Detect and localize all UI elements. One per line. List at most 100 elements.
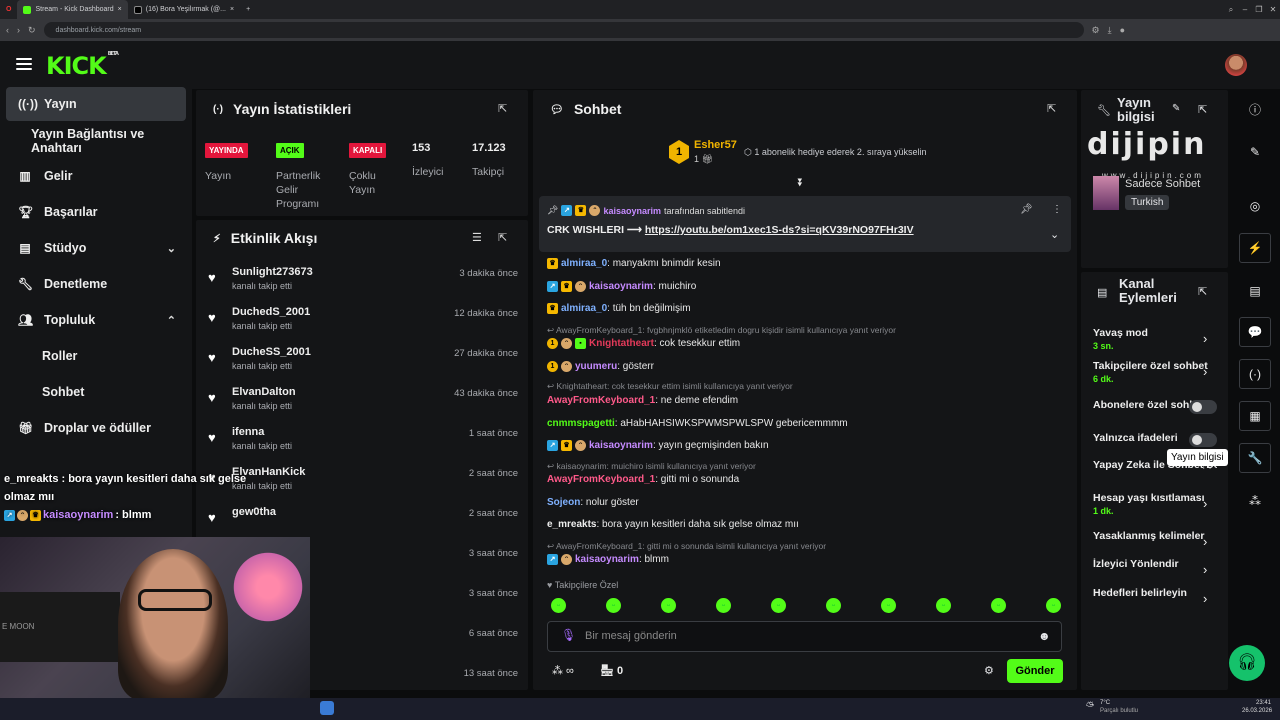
chevron-right-icon[interactable]: › (1203, 496, 1207, 511)
emote-icon[interactable]: ᵕ (936, 598, 951, 613)
emote-icon[interactable]: ᵕ (551, 598, 566, 613)
kick-logo[interactable]: KICK BETA (46, 51, 119, 80)
channel-points-icon[interactable]: ⁂ ∞ (552, 664, 574, 677)
chevron-right-icon[interactable]: › (1203, 591, 1207, 606)
edit-icon[interactable]: ✎ (1239, 137, 1271, 167)
points-icon[interactable]: ⁂ (1239, 486, 1271, 516)
sidebar-item-chat[interactable]: Sohbet (6, 375, 186, 409)
sidebar-item-stream[interactable]: ((·)) Yayın (6, 87, 186, 121)
menu-icon[interactable] (16, 58, 32, 70)
emote-icon[interactable]: ᵕ (606, 598, 621, 613)
chevron-right-icon[interactable]: › (1203, 331, 1207, 346)
avatar[interactable] (1225, 54, 1247, 76)
sidebar-item-moderation[interactable]: 🔧︎ Denetleme (6, 267, 186, 301)
unpin-icon[interactable]: 📌︎ (1020, 204, 1033, 215)
popout-icon[interactable]: ⇱ (1047, 102, 1056, 115)
edit-icon[interactable]: ✎ (1172, 103, 1180, 114)
sidebar-item-achievements[interactable]: 🏆︎ Başarılar (6, 195, 186, 229)
reload-icon[interactable]: ↻ (28, 25, 36, 36)
pinned-by[interactable]: kaisaoynarim (603, 206, 661, 216)
emote-icon[interactable]: ᵕ (826, 598, 841, 613)
chevron-down-icon[interactable]: ⌄ (1050, 228, 1059, 241)
channel-action[interactable]: Yasaklanmış kelimeler (1093, 530, 1217, 542)
settings-icon[interactable]: ⚙ (984, 664, 994, 677)
emote-icon[interactable]: ᵕ (1046, 598, 1061, 613)
store-points[interactable]: 🏪︎ 0 (600, 664, 623, 677)
emote-icon[interactable]: ᵕ (881, 598, 896, 613)
forward-icon[interactable]: › (17, 25, 20, 35)
event-row[interactable]: ♥ ElvanDalton kanalı takip etti 43 dakika ö… (204, 386, 522, 426)
pinned-link[interactable]: https://youtu.be/om1xec1S-ds?si=qKV39rNO… (645, 224, 914, 236)
emote-icon[interactable]: ᵕ (716, 598, 731, 613)
channel-action[interactable]: Hedefleri belirleyin (1093, 587, 1217, 599)
channel-action[interactable]: Hesap yaşı kısıtlaması 1 dk. (1093, 492, 1217, 516)
download-icon[interactable]: ⤓ (1108, 25, 1112, 36)
bolt-icon[interactable]: ⚡ (1239, 233, 1271, 263)
chat-username[interactable]: cnmmspagetti (547, 418, 615, 429)
chat-username[interactable]: yuumeru (575, 361, 617, 372)
notes-icon[interactable]: ▤ (1239, 276, 1271, 306)
extensions-icon[interactable]: ⚙ (1092, 25, 1100, 36)
popout-icon[interactable]: ⇱ (1198, 285, 1207, 298)
chat-username[interactable]: almiraa_0 (561, 258, 607, 269)
chat-username[interactable]: kaisaoynarim (589, 440, 653, 451)
more-options-icon[interactable]: ⋮ (1052, 204, 1062, 215)
sidebar-item-drops[interactable]: 🎁︎ Droplar ve ödüller (6, 411, 186, 445)
minimize-icon[interactable]: – (1238, 5, 1252, 14)
event-row[interactable]: ♥ Sunlight273673 kanalı takip etti 3 dakika… (204, 266, 522, 306)
close-window-icon[interactable]: ✕ (1266, 5, 1280, 14)
event-row[interactable]: ♥ DucheSS_2001 kanalı takip etti 27 dakika … (204, 346, 522, 386)
mic-icon[interactable]: 🎙︎ (561, 628, 576, 642)
new-tab-icon[interactable]: + (240, 0, 256, 19)
browser-tab-active[interactable]: Stream - Kick Dashboard × (17, 0, 128, 19)
sidebar-item-community[interactable]: 👥︎ Topluluk ⌃ (6, 303, 186, 337)
chevron-right-icon[interactable]: › (1203, 534, 1207, 549)
category-thumbnail[interactable] (1093, 176, 1119, 210)
chat-icon[interactable]: 💬 (1239, 317, 1271, 347)
support-headset-icon[interactable]: 🎧︎ (1229, 645, 1265, 681)
info-icon[interactable]: ⓘ (1239, 94, 1271, 124)
toggle-switch[interactable] (1189, 433, 1217, 447)
chat-username[interactable]: AwayFromKeyboard_1 (547, 474, 655, 485)
sidebar-item-studio[interactable]: ▤ Stüdyo ⌄ (6, 231, 186, 265)
emoji-icon[interactable]: ☻ (1038, 629, 1051, 643)
url-field[interactable]: dashboard.kick.com/stream (43, 22, 1084, 38)
back-icon[interactable]: ‹ (6, 25, 9, 35)
popout-icon[interactable]: ⇱ (498, 102, 507, 115)
channel-action[interactable]: İzleyici Yönlendir (1093, 558, 1217, 570)
sidebar-item-stream-key[interactable]: Yayın Bağlantısı ve Anahtarı (6, 124, 186, 158)
sidebar-item-revenue[interactable]: ▥ Gelir (6, 159, 186, 193)
scroll-down-icon[interactable]: ⏬︎ (798, 177, 804, 190)
browser-tab[interactable]: (16) Bora Yeşilırmak (@... × (128, 0, 240, 19)
popout-icon[interactable]: ⇱ (498, 231, 507, 244)
maximize-icon[interactable]: ❐ (1252, 5, 1266, 14)
chat-username[interactable]: Sojeon (547, 497, 580, 508)
filter-icon[interactable]: ☰ (472, 231, 482, 244)
channel-action[interactable]: Takipçilere özel sohbet 6 dk. (1093, 360, 1217, 384)
event-row[interactable]: ♥ ifenna kanalı takip etti 1 saat önce (204, 426, 522, 466)
layout-icon[interactable]: ▦ (1239, 401, 1271, 431)
profile-icon[interactable]: ● (1120, 25, 1125, 35)
toggle-switch[interactable] (1189, 400, 1217, 414)
chat-username[interactable]: e_mreakts (547, 519, 596, 530)
wrench-icon[interactable]: 🔧 (1239, 443, 1271, 473)
emote-icon[interactable]: ᵕ (991, 598, 1006, 613)
emote-icon[interactable]: ᵕ (661, 598, 676, 613)
focus-icon[interactable]: ◎ (1239, 191, 1271, 221)
close-tab-icon[interactable]: × (230, 6, 234, 13)
sidebar-item-roles[interactable]: Roller (6, 339, 186, 373)
category-name[interactable]: Sadece Sohbet (1125, 178, 1200, 190)
app-icon[interactable] (320, 701, 334, 715)
search-tabs-icon[interactable]: ⌕ (1224, 5, 1238, 15)
chat-username[interactable]: Knightatheart (589, 338, 654, 349)
browser-menu-icon[interactable]: O (0, 0, 17, 19)
chevron-right-icon[interactable]: › (1203, 364, 1207, 379)
chat-username[interactable]: kaisaoynarim (575, 554, 639, 565)
leader-name[interactable]: Esher57 (694, 139, 737, 151)
chat-username[interactable]: AwayFromKeyboard_1 (547, 395, 655, 406)
close-tab-icon[interactable]: × (118, 6, 122, 13)
event-row[interactable]: ♥ DuchedS_2001 kanalı takip etti 12 dakika … (204, 306, 522, 346)
chat-username[interactable]: kaisaoynarim (589, 281, 653, 292)
emote-icon[interactable]: ᵕ (771, 598, 786, 613)
chat-username[interactable]: almiraa_0 (561, 303, 607, 314)
